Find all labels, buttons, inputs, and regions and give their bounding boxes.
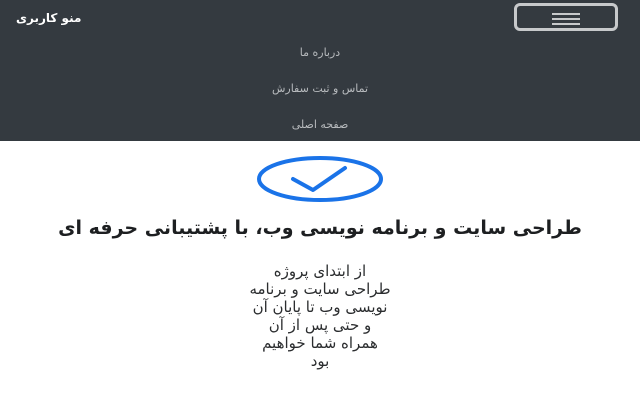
nav-link-about[interactable]: درباره ما — [0, 46, 640, 60]
hamburger-menu-icon — [552, 13, 580, 25]
navbar: منو کاربری درباره ما تماس و ثبت سفارش صف… — [0, 0, 640, 141]
navbar-toggler-button[interactable] — [514, 3, 618, 31]
navbar-brand[interactable]: منو کاربری — [16, 10, 126, 26]
page: منو کاربری درباره ما تماس و ثبت سفارش صف… — [0, 0, 640, 400]
check-icon — [257, 156, 383, 202]
hero-description: از ابتدای پروژه طراحی سایت و برنامه نویس… — [249, 262, 391, 370]
nav-link-home[interactable]: صفحه اصلی — [0, 118, 640, 132]
nav-link-contact-order[interactable]: تماس و ثبت سفارش — [0, 82, 640, 96]
hero-title: طراحی سایت و برنامه نویسی وب، با پشتیبان… — [58, 217, 582, 239]
